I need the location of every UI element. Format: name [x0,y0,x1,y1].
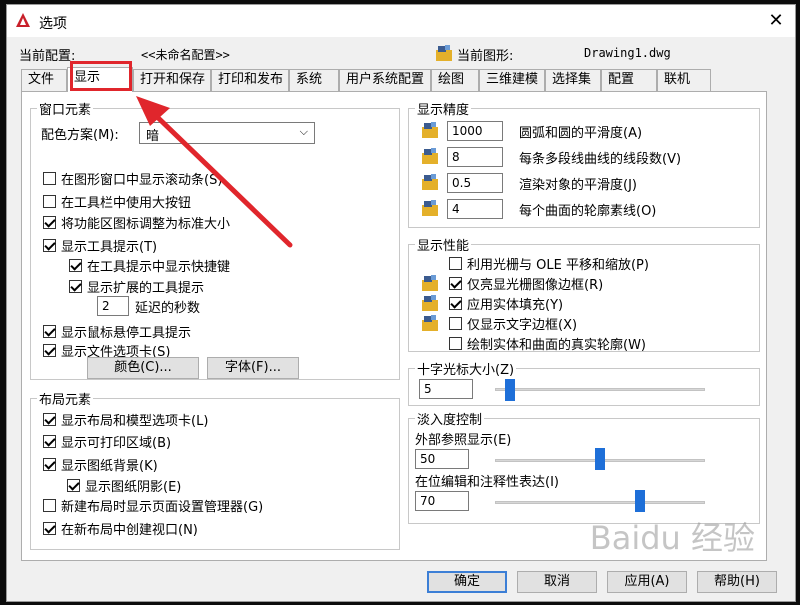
annotation-arrow-icon [136,96,293,248]
